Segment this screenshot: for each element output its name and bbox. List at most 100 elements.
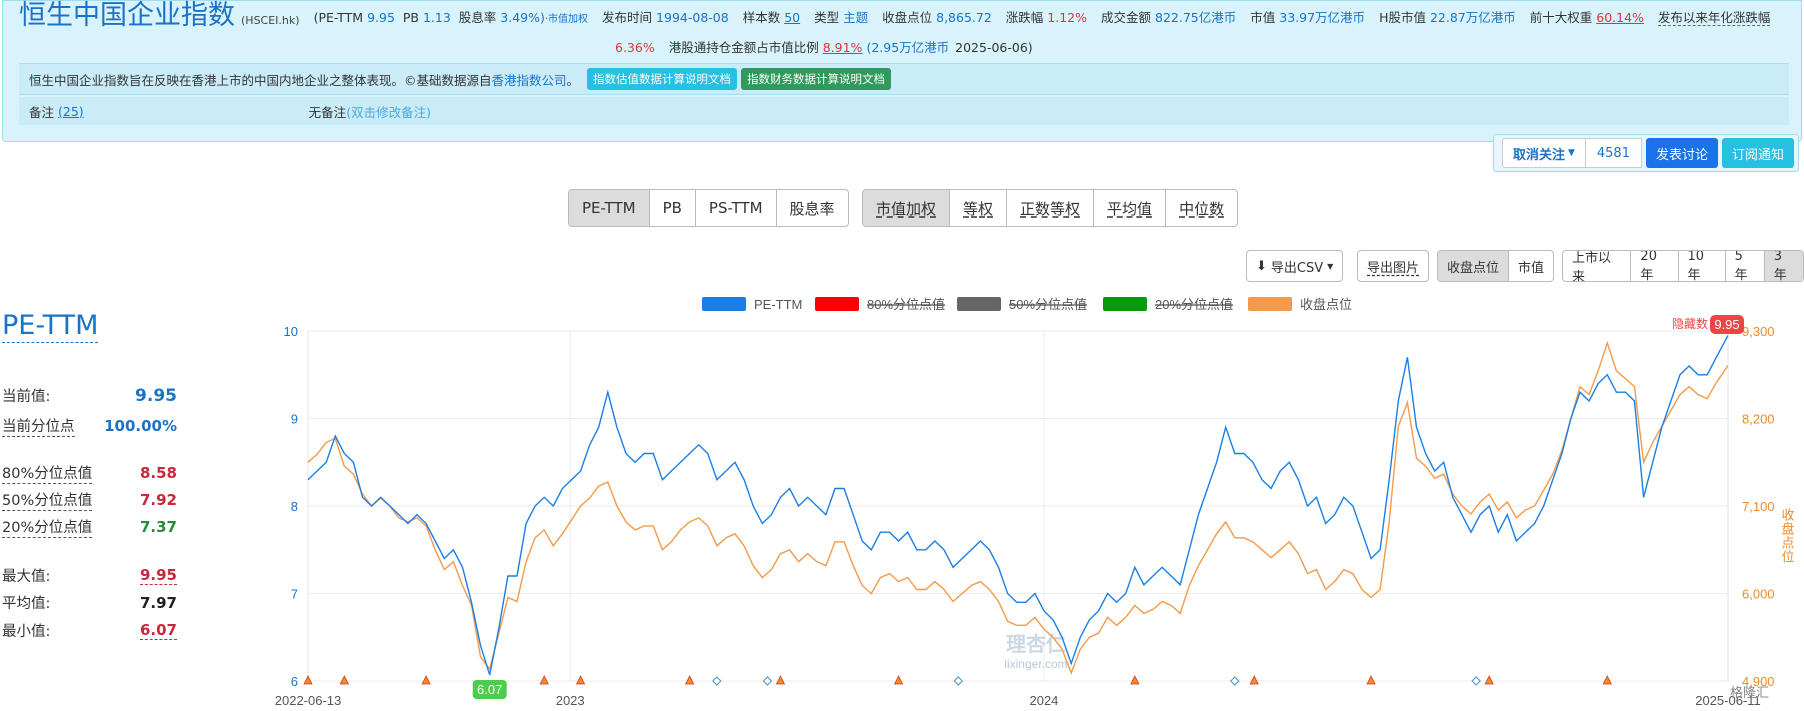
x-tick-2023: 2023 <box>556 693 585 708</box>
legend-swatch <box>815 297 859 311</box>
export-csv-button[interactable]: ⬇ 导出CSV ▼ <box>1247 251 1342 281</box>
description-text: 恒生中国企业指数旨在反映在香港上市的中国内地企业之整体表现。©基础数据源自 <box>29 72 492 88</box>
weight-method-link[interactable]: ·市值加权 <box>545 14 588 25</box>
event-diamond-marker <box>712 676 722 686</box>
index-info-panel: 恒生中国企业指数 (HSCEI.hk) (PE-TTM 9.95 PB 1.13… <box>2 0 1802 142</box>
sample-link[interactable]: 50 <box>784 10 800 25</box>
event-triangle-marker <box>1249 675 1259 685</box>
event-triangle-marker <box>1484 675 1494 685</box>
publish-label: 发布时间 <box>602 10 653 25</box>
index-code: (HSCEI.hk) <box>241 14 300 27</box>
tab-median[interactable]: 中位数 <box>1166 190 1237 226</box>
notes-hint[interactable]: (双击修改备注) <box>346 102 431 121</box>
tab-pe-ttm[interactable]: PE-TTM <box>569 190 650 226</box>
top10-label: 前十大权重 <box>1529 10 1593 25</box>
notes-row: 备注 (25) 无备注 (双击修改备注) <box>19 97 1789 125</box>
watermark-en: lixinger.com <box>1004 657 1067 671</box>
y-left-tick: 6 <box>291 674 298 689</box>
type-label: 类型 <box>814 10 840 25</box>
series-close-button[interactable]: 收盘点位 <box>1438 251 1510 281</box>
close-value: 8,865.72 <box>936 10 992 25</box>
export-image-button[interactable]: 导出图片 <box>1358 251 1428 281</box>
event-diamond-marker <box>953 676 963 686</box>
description-end: 。 <box>566 72 580 88</box>
notes-label: 备注 <box>29 104 55 120</box>
publish-date: 发布时间 1994-08-08 <box>602 7 729 26</box>
legend-swatch <box>702 297 746 311</box>
tab-ps-ttm[interactable]: PS-TTM <box>696 190 777 226</box>
series-pe-line <box>307 335 1729 676</box>
turnover-value: 822.75亿港币 <box>1155 10 1237 25</box>
notes-empty[interactable]: 无备注 <box>309 102 347 121</box>
range-3y-button[interactable]: 3年 <box>1764 251 1803 281</box>
series-close-line <box>307 340 1729 675</box>
valuation-summary: (PE-TTM 9.95 PB 1.13 股息率 3.49%)·市值加权 <box>314 7 588 26</box>
legend-item: 80%分位点值 <box>867 297 945 312</box>
header-row: 恒生中国企业指数 (HSCEI.hk) (PE-TTM 9.95 PB 1.13… <box>19 1 1784 31</box>
export-csv-group: ⬇ 导出CSV ▼ <box>1246 250 1344 282</box>
event-diamond-marker <box>1230 676 1240 686</box>
unfollow-button[interactable]: 取消关注 ▼ <box>1502 138 1586 168</box>
legend-item: PE-TTM <box>754 297 802 312</box>
connect-value[interactable]: 8.91% <box>823 40 863 55</box>
annual-value: 6.36% <box>615 40 655 55</box>
notes-count-link[interactable]: (25) <box>58 104 84 119</box>
tab-dividend[interactable]: 股息率 <box>777 190 848 226</box>
tab-equal-weight[interactable]: 等权 <box>950 190 1008 226</box>
tab-pb[interactable]: PB <box>650 190 696 226</box>
y-right-tick: 9,300 <box>1742 324 1775 339</box>
change-label: 涨跌幅 <box>1005 10 1044 25</box>
y-left-tick: 7 <box>291 587 298 602</box>
post-discussion-button[interactable]: 发表讨论 <box>1645 138 1718 168</box>
event-triangle-marker <box>303 675 313 685</box>
range-5y-button[interactable]: 5年 <box>1726 251 1765 281</box>
range-all-button[interactable]: 上市以来 <box>1563 251 1632 281</box>
pe-chart[interactable]: 6789104,9006,0007,1008,2009,3002022-06-1… <box>0 285 1804 711</box>
close-price: 收盘点位 8,865.72 <box>882 7 992 26</box>
dividend-label: 股息率 <box>458 10 497 25</box>
connect-date: 2025-06-06) <box>955 40 1033 55</box>
event-triangle-marker <box>575 675 586 685</box>
tab-mcap-weighted[interactable]: 市值加权 <box>863 190 951 226</box>
download-icon: ⬇ <box>1256 258 1267 274</box>
type-link[interactable]: 主题 <box>843 10 868 25</box>
event-triangle-marker <box>339 675 349 685</box>
event-triangle-marker <box>775 675 786 685</box>
index-description: 恒生中国企业指数旨在反映在香港上市的中国内地企业之整体表现。©基础数据源自 香港指… <box>19 63 1789 95</box>
pb-value: 1.13 <box>422 10 451 25</box>
legend-item: 20%分位点值 <box>1155 297 1233 312</box>
financial-doc-button[interactable]: 指数财务数据计算说明文档 <box>741 68 892 90</box>
top10-link[interactable]: 60.14% <box>1596 10 1644 25</box>
y-right-tick: 7,100 <box>1742 499 1775 514</box>
series-toggle: 收盘点位 市值 <box>1437 250 1555 282</box>
market-cap: 市值 33.97万亿港币 <box>1250 7 1365 26</box>
range-10y-button[interactable]: 10年 <box>1679 251 1726 281</box>
tab-average[interactable]: 平均值 <box>1094 190 1167 226</box>
unfollow-label: 取消关注 <box>1513 147 1566 163</box>
hide-data-label: 隐藏数 <box>1672 316 1708 331</box>
dividend-value: 3.49%) <box>500 10 545 25</box>
sample-label: 样本数 <box>742 10 781 25</box>
tab-positive-equal[interactable]: 正数等权 <box>1007 190 1095 226</box>
source-link[interactable]: 香港指数公司 <box>492 70 567 89</box>
metric-tabs: PE-TTM PB PS-TTM 股息率 <box>568 189 849 227</box>
range-20y-button[interactable]: 20年 <box>1631 251 1679 281</box>
event-triangle-marker <box>893 675 904 685</box>
event-triangle-marker <box>539 675 549 685</box>
series-mcap-button[interactable]: 市值 <box>1509 251 1553 281</box>
index-type: 类型 主题 <box>814 7 868 26</box>
legend-swatch <box>1248 297 1292 311</box>
y-left-tick: 8 <box>291 499 298 514</box>
event-triangle-marker <box>421 675 431 685</box>
valuation-doc-button[interactable]: 指数估值数据计算说明文档 <box>587 68 738 90</box>
event-triangle-marker <box>1130 675 1140 685</box>
header-row-2: 6.36% 港股通持仓金额占市值比例 8.91% (2.95万亿港币 2025-06-… <box>615 37 1043 56</box>
page-title: 恒生中国企业指数 <box>19 0 235 31</box>
weight-tabs: 市值加权 等权 正数等权 平均值 中位数 <box>862 189 1239 227</box>
sample-count: 样本数 50 <box>743 7 800 26</box>
connect-amount: (2.95万亿港币 <box>866 40 950 55</box>
y-left-tick: 9 <box>291 412 298 427</box>
subscribe-button[interactable]: 订阅通知 <box>1721 138 1794 168</box>
export-csv-label: 导出CSV <box>1270 260 1324 276</box>
max-marker-label: 9.95 <box>1714 317 1739 332</box>
